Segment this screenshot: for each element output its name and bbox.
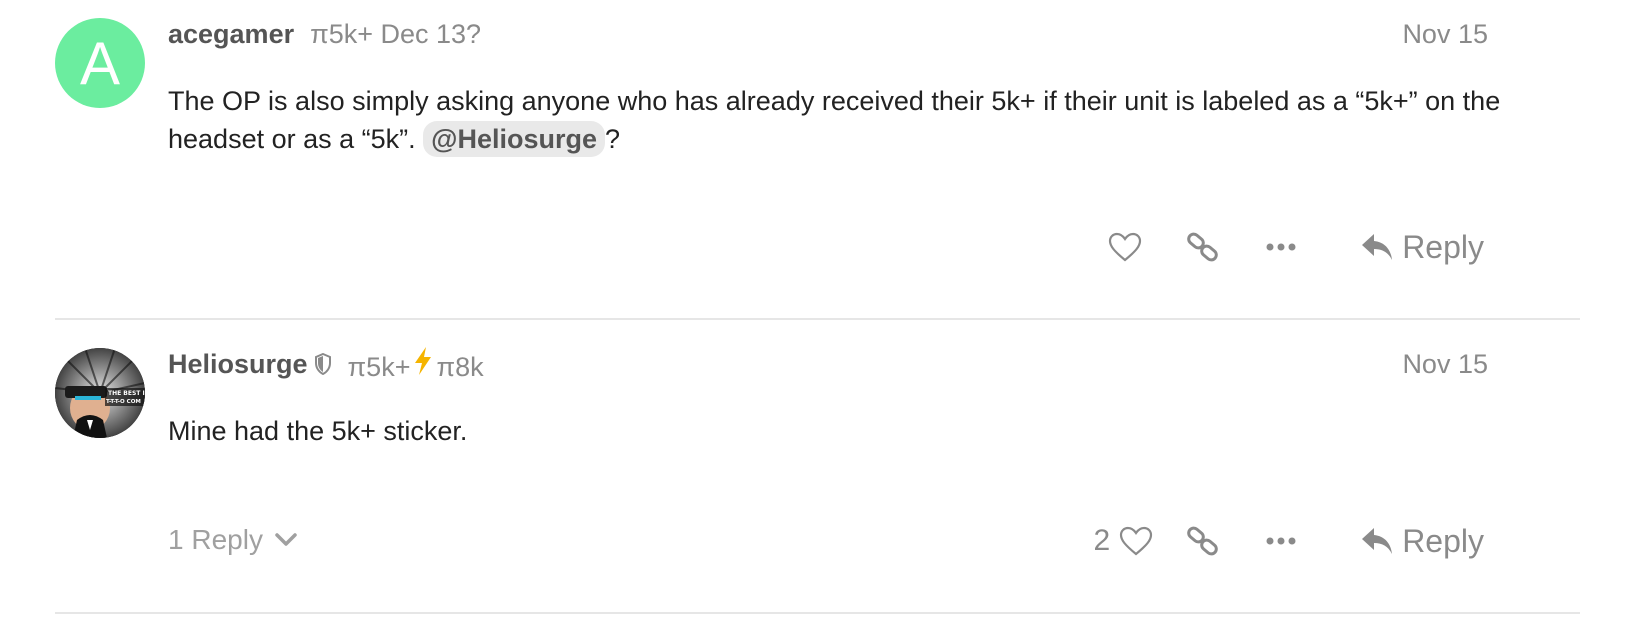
reply-label: Reply xyxy=(1402,228,1484,265)
user-mention[interactable]: @Heliosurge xyxy=(423,121,606,157)
link-icon[interactable] xyxy=(1164,516,1242,566)
replies-toggle[interactable]: 1 Reply xyxy=(168,515,297,565)
post-body: The OP is also simply asking anyone who … xyxy=(168,82,1528,158)
avatar[interactable]: THE BEST IS T-T-T-O COM xyxy=(55,348,145,438)
username[interactable]: acegamer xyxy=(168,19,294,50)
svg-text:T-T-T-O COM: T-T-T-O COM xyxy=(106,399,141,405)
avatar[interactable]: A xyxy=(55,18,145,108)
like-button[interactable]: 2 xyxy=(1094,516,1165,566)
replies-count: 1 Reply xyxy=(168,524,263,555)
post-text: The OP is also simply asking anyone who … xyxy=(168,86,1501,154)
ellipsis-icon[interactable] xyxy=(1242,222,1320,272)
reply-label: Reply xyxy=(1402,522,1484,559)
post-date[interactable]: Nov 15 xyxy=(1402,16,1488,52)
post-heliosurge: THE BEST IS T-T-T-O COM Heliosurge π5k+ … xyxy=(0,330,1634,635)
reply-arrow-icon xyxy=(1362,528,1393,554)
user-flair: π5k+ Dec 13? xyxy=(310,18,482,49)
reply-button[interactable]: Reply xyxy=(1360,523,1484,560)
post-divider xyxy=(55,318,1580,320)
post-text: Mine had the 5k+ sticker. xyxy=(168,416,468,446)
post-meta: Heliosurge π5k+ π8k xyxy=(168,346,484,382)
reply-button[interactable]: Reply xyxy=(1360,229,1484,266)
link-icon[interactable] xyxy=(1164,222,1242,272)
username[interactable]: Heliosurge xyxy=(168,349,308,380)
post-body: Mine had the 5k+ sticker. xyxy=(168,412,1528,450)
chevron-down-icon xyxy=(275,533,297,546)
flair-8k: π8k xyxy=(436,351,484,382)
post-meta: acegamer π5k+ Dec 13? xyxy=(168,16,481,52)
reply-arrow-icon xyxy=(1362,234,1393,260)
flair-5k: π5k+ xyxy=(347,351,411,382)
heart-icon[interactable] xyxy=(1108,516,1164,566)
lightning-bolt-icon xyxy=(412,346,434,376)
svg-text:THE BEST IS: THE BEST IS xyxy=(108,390,145,397)
post-actions: Reply xyxy=(1086,222,1484,272)
user-flair: π5k+ π8k xyxy=(348,346,484,383)
ellipsis-icon[interactable] xyxy=(1242,516,1320,566)
post-acegamer: A acegamer π5k+ Dec 13? Nov 15 The OP is… xyxy=(0,0,1634,335)
post-date[interactable]: Nov 15 xyxy=(1402,346,1488,382)
heart-icon[interactable] xyxy=(1086,222,1164,272)
post-text-end: ? xyxy=(605,124,621,154)
shield-icon xyxy=(314,353,332,375)
avatar-letter: A xyxy=(79,29,121,97)
post-actions: 2 Reply xyxy=(1094,516,1485,566)
post-divider xyxy=(55,612,1580,614)
